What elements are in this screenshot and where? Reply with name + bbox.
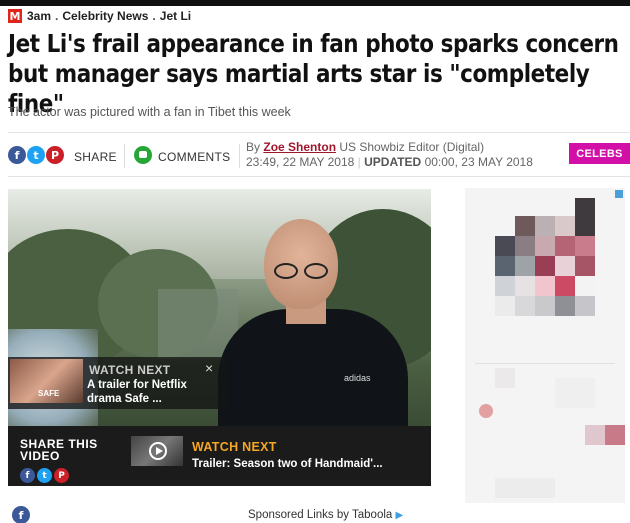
ad-pixel [555,378,595,408]
ad-pixel [585,425,605,445]
comments-link[interactable]: COMMENTS [158,150,230,164]
ad-pixel [495,478,555,498]
ad-pixel [515,296,535,316]
ad-pixel [575,276,595,296]
ad-pixel [515,216,535,236]
breadcrumb-item-3am[interactable]: 3am [27,9,51,23]
category-badge[interactable]: CELEBS [569,143,630,164]
article-subhead: The actor was pictured with a fan in Tib… [8,105,291,119]
ad-pixel [575,256,595,276]
ad-pixel [575,198,595,236]
breadcrumb-separator: . [152,9,156,23]
facebook-icon[interactable]: f [8,146,26,164]
ad-pixel [495,236,515,256]
ad-pixel [495,276,515,296]
breadcrumb-separator: . [55,9,59,23]
watch-next-link[interactable]: A trailer for Netflix drama Safe ... [87,378,217,406]
ad-pixel [535,216,555,236]
facebook-icon[interactable]: f [20,468,35,483]
ad-pixel [575,236,595,256]
ad-choices-icon[interactable] [615,190,623,198]
close-icon[interactable]: × [205,360,213,376]
divider [8,176,630,177]
divider [239,144,240,168]
sidebar-ad[interactable] [465,188,625,503]
ad-pixel [535,276,555,296]
facebook-icon[interactable]: f [12,506,30,523]
ad-pixel [495,296,515,316]
author-role: US Showbiz Editor (Digital) [339,140,485,154]
pinterest-icon[interactable]: P [54,468,69,483]
video-bar: SHARE THIS VIDEO f t P WATCH NEXT Traile… [8,426,431,486]
byline-by: By [246,140,261,154]
top-bar [0,0,630,6]
sponsored-links[interactable]: Sponsored Links by Taboola ▶ [248,509,403,521]
twitter-icon[interactable]: t [27,146,45,164]
watch-next-title: WATCH NEXT [192,440,277,454]
ad-pixel [495,368,515,388]
shirt-logo: adidas [344,373,371,383]
sponsored-label[interactable]: Sponsored Links [248,509,334,521]
ad-pixel [555,256,575,276]
watch-next-thumbnail[interactable]: SAFE [10,359,83,403]
share-video-title: SHARE THIS VIDEO [20,437,98,463]
ad-pixel [555,276,575,296]
share-label[interactable]: SHARE [74,150,117,164]
breadcrumb: M 3am . Celebrity News . Jet Li [8,9,191,23]
ad-pixel [575,296,595,316]
ad-pixel [555,216,575,236]
ad-pixel [535,256,555,276]
watch-next-overlay[interactable]: SAFE WATCH NEXT A trailer for Netflix dr… [8,357,228,409]
divider [124,144,125,168]
ad-pixel [535,236,555,256]
taboola-icon[interactable]: ▶ [396,510,404,521]
ad-pixel [515,256,535,276]
ad-pixel [495,256,515,276]
ad-pixel [555,296,575,316]
twitter-icon[interactable]: t [37,468,52,483]
photo-lens [274,263,298,279]
ad-pixel [515,236,535,256]
ad-pixel [555,236,575,256]
breadcrumb-item-jet-li[interactable]: Jet Li [160,9,191,23]
byline: By Zoe Shenton US Showbiz Editor (Digita… [246,140,533,169]
ad-pixel [605,425,625,445]
watch-next-title: WATCH NEXT [89,363,171,377]
divider [8,132,630,133]
photo-glasses [268,263,334,279]
pinterest-icon[interactable]: P [46,146,64,164]
ad-pixel [535,296,555,316]
play-icon[interactable] [149,442,167,460]
thumbnail-tag: SAFE [38,389,60,398]
ad-pixel [515,276,535,296]
photo-lens [304,263,328,279]
published-time: 23:49, 22 MAY 2018 [246,155,355,169]
share-row: f t P SHARE COMMENTS By Zoe Shenton US S… [8,140,630,174]
mirror-logo[interactable]: M [8,9,22,23]
updated-label: UPDATED [364,155,422,169]
author-link[interactable]: Zoe Shenton [263,140,336,154]
updated-time: 00:00, 23 MAY 2018 [424,155,533,169]
watch-next-link[interactable]: Trailer: Season two of Handmaid'... [192,458,383,470]
comment-icon[interactable] [134,146,152,164]
ad-pixel [479,404,493,418]
ad-pixel [475,363,615,364]
breadcrumb-item-celebrity-news[interactable]: Celebrity News [62,9,148,23]
taboola-label[interactable]: by Taboola [337,509,392,521]
